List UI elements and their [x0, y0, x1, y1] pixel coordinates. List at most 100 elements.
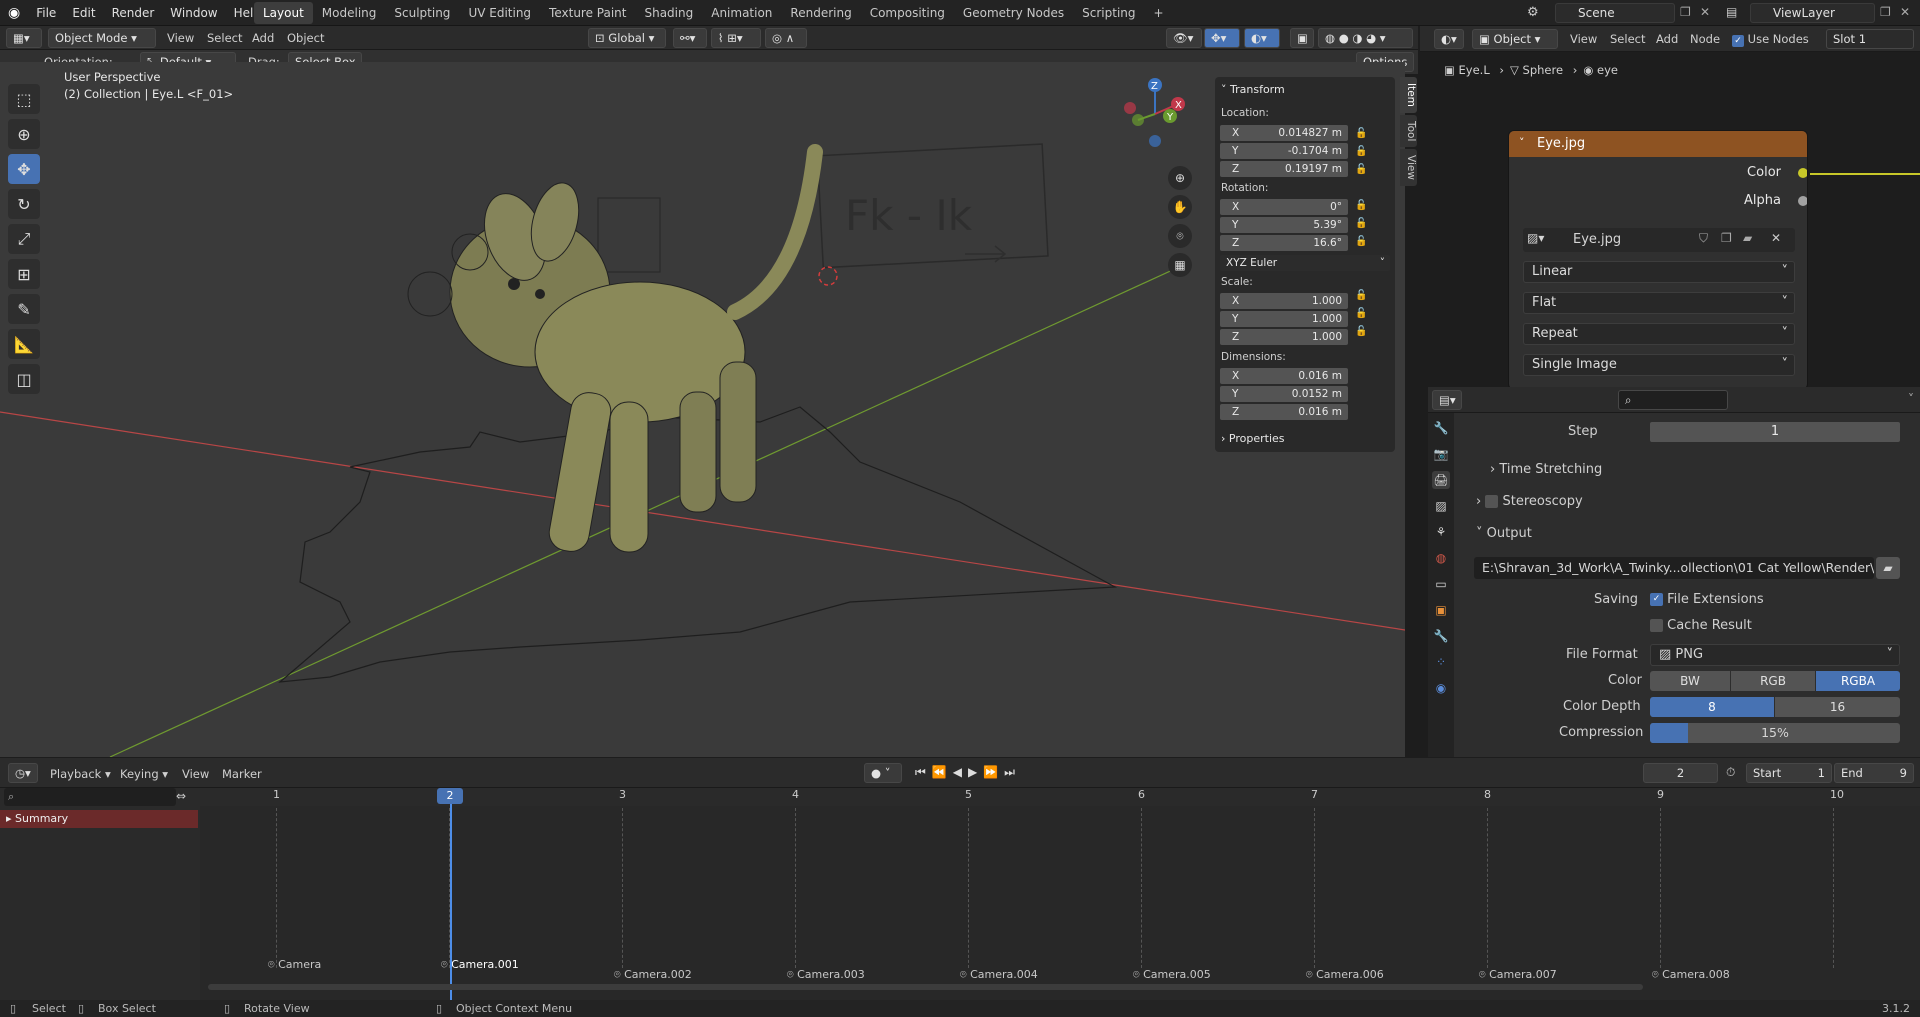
- menu-window[interactable]: Window: [162, 6, 225, 20]
- tab-rendering[interactable]: Rendering: [781, 2, 860, 24]
- collapse-chevron-icon[interactable]: ˅: [1519, 136, 1525, 149]
- dimensions-y-field[interactable]: Y 0.0152 m: [1220, 386, 1348, 402]
- playhead-line[interactable]: [450, 788, 452, 1000]
- duplicate-icon[interactable]: ❐: [1721, 231, 1732, 245]
- frame-number[interactable]: 3: [619, 788, 626, 801]
- frame-number[interactable]: 8: [1484, 788, 1491, 801]
- camera-marker[interactable]: ⌾ Camera.001: [441, 958, 519, 972]
- node-editor-type-icon[interactable]: ◐▾: [1434, 29, 1464, 49]
- extension-dropdown[interactable]: Repeat ˅: [1523, 323, 1795, 345]
- tab-modeling[interactable]: Modeling: [313, 2, 386, 24]
- color-rgba-button[interactable]: RGBA: [1816, 671, 1900, 691]
- physics-tab-icon[interactable]: ◉: [1432, 679, 1450, 697]
- playhead-frame-badge[interactable]: 2: [437, 788, 463, 804]
- measure-tool-icon[interactable]: 📐: [8, 329, 40, 359]
- preview-range-icon[interactable]: ⏱: [1726, 765, 1735, 780]
- file-extensions-checkbox[interactable]: ✓ File Extensions: [1650, 592, 1764, 607]
- tab-uv-editing[interactable]: UV Editing: [459, 2, 540, 24]
- stereoscopy-panel[interactable]: › Stereoscopy: [1476, 494, 1583, 509]
- viewlayer-close-icon[interactable]: ✕: [1900, 5, 1910, 19]
- output-tab-icon[interactable]: 🖨: [1432, 471, 1450, 489]
- collection-tab-icon[interactable]: ▭: [1432, 575, 1450, 593]
- end-frame-field[interactable]: End 9: [1834, 763, 1914, 783]
- scene-copy-icon[interactable]: ❐: [1680, 5, 1691, 19]
- modifier-tab-icon[interactable]: 🔧: [1432, 627, 1450, 645]
- node-menu-add[interactable]: Add: [1656, 32, 1678, 46]
- cursor-tool-icon[interactable]: ⊕: [8, 119, 40, 149]
- tab-layout[interactable]: Layout: [254, 2, 313, 24]
- properties-options-icon[interactable]: ˅: [1908, 392, 1914, 406]
- slot-dropdown[interactable]: Slot 1: [1826, 29, 1914, 49]
- transform-tool-icon[interactable]: ⊞: [8, 259, 40, 289]
- transform-header[interactable]: ˅ Transform: [1221, 83, 1285, 96]
- frame-number[interactable]: 5: [965, 788, 972, 801]
- viewlayer-copy-icon[interactable]: ❐: [1880, 5, 1891, 19]
- browse-folder-icon[interactable]: ▰: [1876, 557, 1900, 579]
- breadcrumb-material[interactable]: eye: [1597, 63, 1618, 77]
- breadcrumb-object[interactable]: Eye.L: [1459, 63, 1490, 77]
- playback-menu[interactable]: Playback ▾: [50, 767, 111, 781]
- unlink-icon[interactable]: ✕: [1771, 231, 1781, 245]
- frame-number[interactable]: 9: [1657, 788, 1664, 801]
- tab-scripting[interactable]: Scripting: [1073, 2, 1144, 24]
- rotation-y-field[interactable]: Y 5.39°: [1220, 217, 1348, 233]
- scale-tool-icon[interactable]: ⤢: [8, 224, 40, 254]
- dimensions-x-field[interactable]: X 0.016 m: [1220, 368, 1348, 384]
- vp-menu-add[interactable]: Add: [252, 31, 274, 45]
- move-tool-icon[interactable]: ✥: [8, 154, 40, 184]
- frame-number[interactable]: 6: [1138, 788, 1145, 801]
- dimensions-z-field[interactable]: Z 0.016 m: [1220, 404, 1348, 420]
- playback-controls[interactable]: ⏮⏪◀▶⏩⏭: [915, 765, 1021, 780]
- vp-menu-object[interactable]: Object: [287, 31, 324, 45]
- frame-number[interactable]: 1: [273, 788, 280, 801]
- scene-canvas[interactable]: Fk - Ik: [0, 62, 1405, 757]
- sidebar-tab-item[interactable]: Item: [1400, 77, 1417, 113]
- tab-geometry-nodes[interactable]: Geometry Nodes: [954, 2, 1073, 24]
- location-x-field[interactable]: X 0.014827 m: [1220, 125, 1348, 141]
- menu-edit[interactable]: Edit: [64, 6, 103, 20]
- image-browse-icon[interactable]: ▨▾: [1527, 231, 1544, 245]
- add-workspace-button[interactable]: +: [1145, 2, 1173, 24]
- source-dropdown[interactable]: Single Image ˅: [1523, 354, 1795, 376]
- rotation-z-field[interactable]: Z 16.6°: [1220, 235, 1348, 251]
- output-path-input[interactable]: E:\Shravan_3d_Work\A_Twinky...ollection\…: [1474, 557, 1874, 579]
- compression-slider[interactable]: 15%: [1650, 723, 1900, 743]
- cache-result-checkbox[interactable]: Cache Result: [1650, 618, 1752, 633]
- gizmo-toggle-icon[interactable]: ✥▾: [1204, 28, 1240, 48]
- viewlayer-selector[interactable]: ViewLayer: [1750, 3, 1875, 23]
- swap-icon[interactable]: ⇔: [176, 789, 186, 803]
- tab-shading[interactable]: Shading: [635, 2, 702, 24]
- camera-marker[interactable]: ⌾ Camera.006: [1306, 968, 1384, 982]
- file-format-dropdown[interactable]: ▨ PNG ˅: [1650, 644, 1900, 666]
- scale-x-field[interactable]: X 1.000: [1220, 293, 1348, 309]
- timeline-view-menu[interactable]: View: [182, 767, 209, 781]
- location-y-field[interactable]: Y -0.1704 m: [1220, 143, 1348, 159]
- timeline-scrollbar[interactable]: [208, 984, 1643, 990]
- tab-texture-paint[interactable]: Texture Paint: [540, 2, 635, 24]
- node-object-dropdown[interactable]: ▣ Object ▾: [1472, 29, 1558, 49]
- start-frame-field[interactable]: Start 1: [1746, 763, 1832, 783]
- color-depth-16-button[interactable]: 16: [1775, 697, 1900, 717]
- proportional-edit-icon[interactable]: ◎ ∧: [765, 28, 807, 48]
- camera-marker[interactable]: ⌾ Camera.003: [787, 968, 865, 982]
- scene-close-icon[interactable]: ✕: [1700, 5, 1710, 19]
- properties-panel-header[interactable]: › Properties: [1221, 432, 1285, 445]
- color-bw-button[interactable]: BW: [1650, 671, 1730, 691]
- tab-compositing[interactable]: Compositing: [861, 2, 954, 24]
- alpha-socket[interactable]: [1798, 196, 1807, 206]
- sidebar-tab-tool[interactable]: Tool: [1400, 114, 1417, 148]
- camera-marker[interactable]: ⌾ Camera: [268, 958, 321, 972]
- sidebar-tab-view[interactable]: View: [1400, 149, 1417, 187]
- color-depth-8-button[interactable]: 8: [1650, 697, 1774, 717]
- image-name[interactable]: Eye.jpg: [1573, 232, 1621, 247]
- world-tab-icon[interactable]: ◍: [1432, 549, 1450, 567]
- editor-type-icon[interactable]: ▦▾: [6, 28, 42, 48]
- scene-selector[interactable]: Scene: [1555, 3, 1675, 23]
- node-menu-node[interactable]: Node: [1690, 32, 1720, 46]
- open-folder-icon[interactable]: ▰: [1743, 231, 1752, 245]
- time-stretching-panel[interactable]: › Time Stretching: [1490, 462, 1602, 477]
- camera-view-icon[interactable]: ⌾: [1168, 224, 1192, 248]
- fake-user-icon[interactable]: ⛉: [1699, 231, 1708, 246]
- rotation-x-field[interactable]: X 0°: [1220, 199, 1348, 215]
- properties-editor-type-icon[interactable]: ▤▾: [1432, 390, 1462, 410]
